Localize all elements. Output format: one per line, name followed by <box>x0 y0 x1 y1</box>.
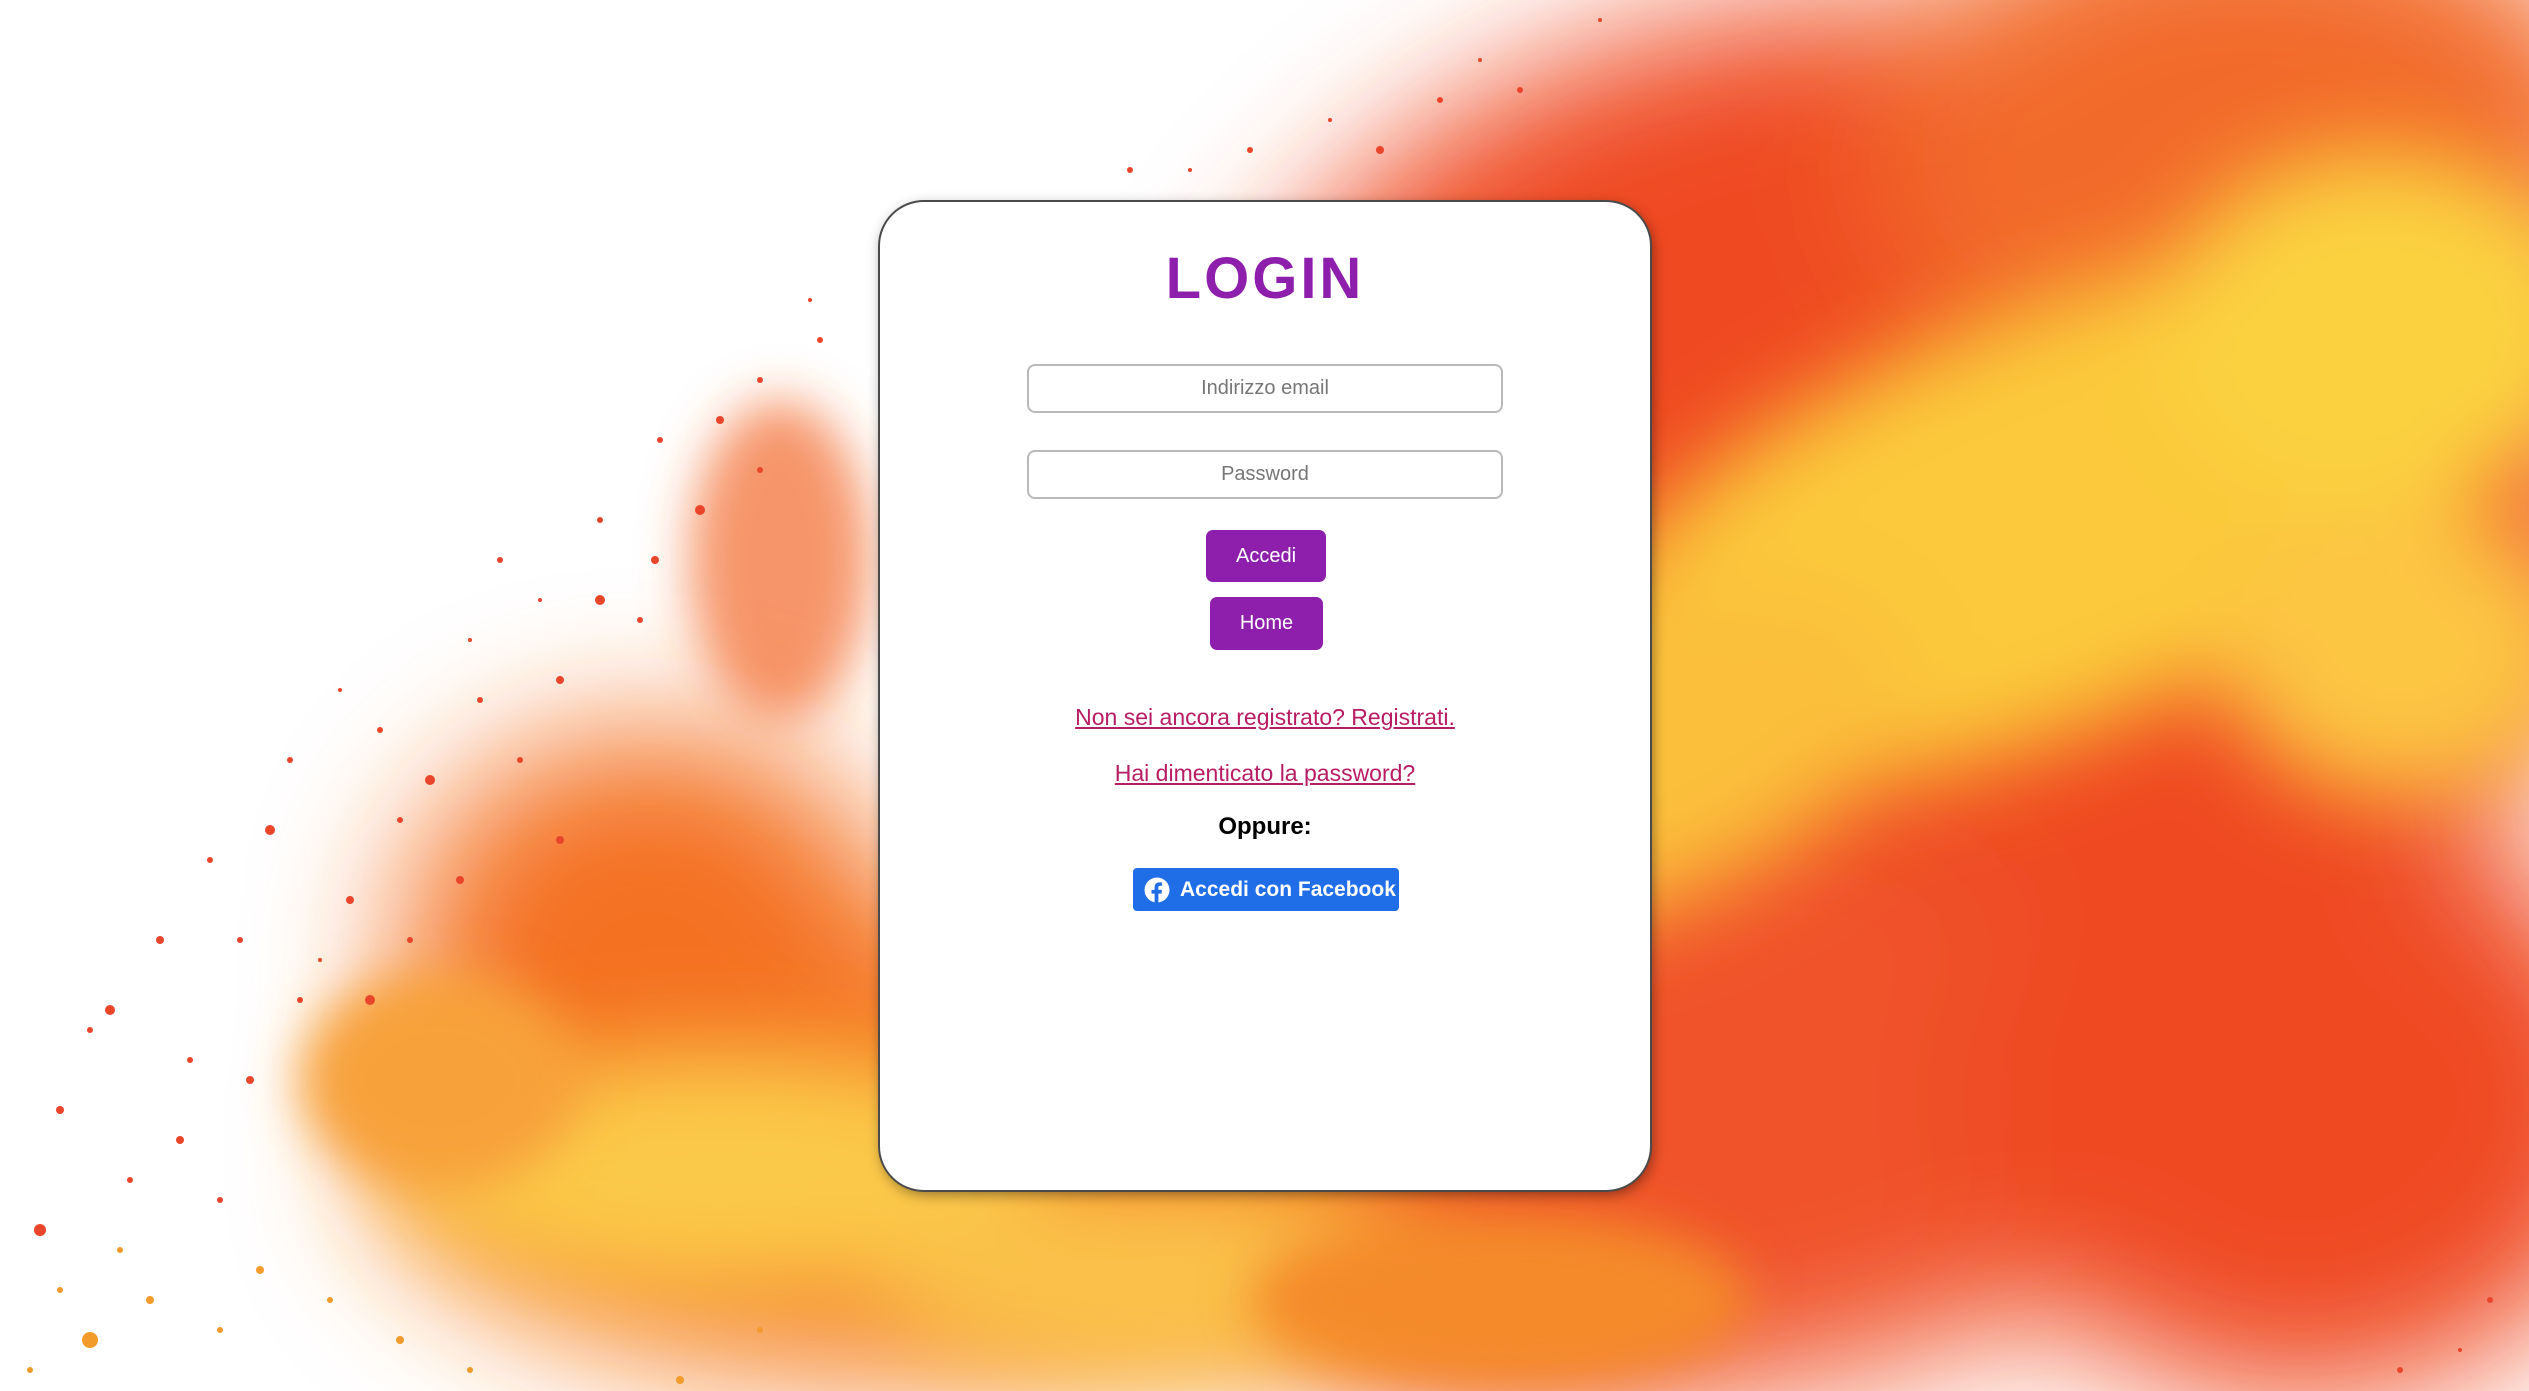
forgot-password-link[interactable]: Hai dimenticato la password? <box>880 760 1650 787</box>
home-button[interactable]: Home <box>1210 597 1323 650</box>
facebook-login-label: Accedi con Facebook <box>1180 877 1396 901</box>
register-link[interactable]: Non sei ancora registrato? Registrati. <box>880 704 1650 731</box>
password-input[interactable] <box>1027 450 1503 499</box>
facebook-login-button[interactable]: Accedi con Facebook <box>1133 868 1399 911</box>
login-title: LOGIN <box>1165 246 1365 311</box>
facebook-icon <box>1144 877 1170 903</box>
email-input[interactable] <box>1027 364 1503 413</box>
login-card: LOGIN Accedi Home Non sei ancora registr… <box>880 202 1650 1190</box>
or-separator: Oppure: <box>1218 813 1312 840</box>
accedi-button[interactable]: Accedi <box>1206 530 1326 582</box>
